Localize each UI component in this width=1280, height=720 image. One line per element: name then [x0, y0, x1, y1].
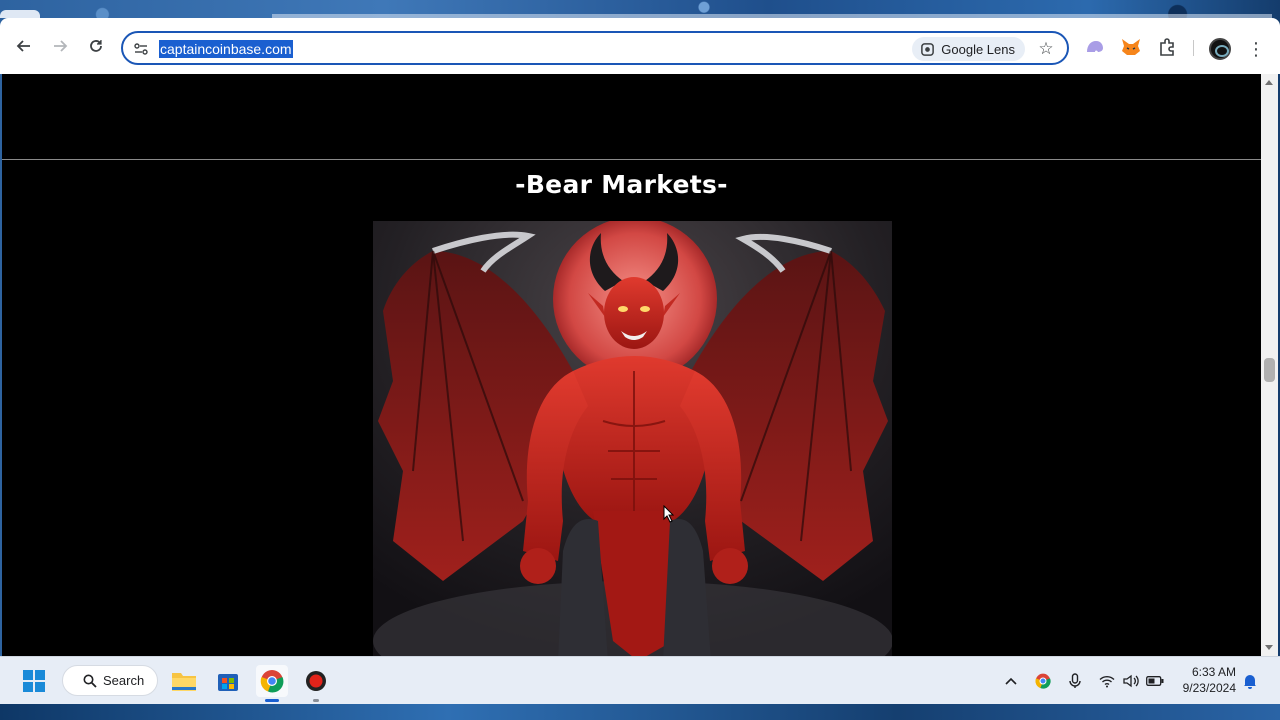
record-icon — [306, 671, 326, 691]
battery-button[interactable] — [1145, 671, 1165, 691]
section-title: -Bear Markets- — [515, 170, 728, 199]
tray-chrome-button[interactable] — [1033, 671, 1053, 691]
search-icon — [83, 674, 97, 688]
url-text[interactable]: captaincoinbase.com — [159, 40, 293, 58]
back-button[interactable] — [10, 32, 38, 60]
chevron-up-icon — [1005, 677, 1017, 685]
tray-overflow-button[interactable] — [1001, 671, 1021, 691]
wifi-icon — [1099, 675, 1115, 687]
demon-artwork-image — [373, 221, 892, 656]
extensions-button[interactable] — [1156, 36, 1178, 58]
speaker-icon — [1123, 674, 1139, 688]
page-scrollbar[interactable] — [1261, 74, 1278, 656]
battery-icon — [1146, 676, 1164, 686]
folder-icon — [172, 673, 196, 691]
chrome-tray-icon — [1035, 673, 1051, 689]
active-indicator — [265, 699, 279, 702]
reload-button[interactable] — [82, 32, 110, 60]
taskbar-search[interactable]: Search — [62, 665, 158, 696]
site-info-icon[interactable] — [131, 39, 151, 59]
google-lens-button[interactable]: Google Lens — [912, 37, 1025, 61]
back-arrow-icon — [16, 40, 30, 52]
wifi-button[interactable] — [1097, 671, 1117, 691]
windows-taskbar: Search 6:33 AM 9/23/2024 — [0, 656, 1280, 704]
scroll-up-arrow-icon[interactable] — [1265, 80, 1273, 85]
store-icon — [218, 674, 238, 691]
notifications-button[interactable] — [1240, 671, 1260, 691]
phantom-icon — [1087, 41, 1103, 52]
running-indicator — [313, 699, 319, 702]
chrome-taskbar-button[interactable] — [256, 665, 288, 702]
extension-phantom[interactable] — [1084, 36, 1106, 58]
kebab-menu-icon: ⋮ — [1247, 38, 1265, 59]
system-clock[interactable]: 6:33 AM 9/23/2024 — [1172, 664, 1236, 696]
metamask-fox-icon — [1122, 39, 1140, 55]
forward-button[interactable] — [46, 32, 74, 60]
lens-icon — [921, 42, 935, 56]
google-lens-label: Google Lens — [941, 41, 1015, 57]
desktop-wallpaper-bottom — [0, 704, 1280, 720]
puzzle-icon — [1160, 38, 1174, 56]
section-divider — [2, 159, 1261, 160]
windows-logo-icon — [23, 670, 45, 692]
extension-metamask[interactable] — [1120, 36, 1142, 58]
browser-toolbar: captaincoinbase.com Google Lens ☆ ⋮ — [0, 18, 1280, 74]
search-label: Search — [103, 673, 145, 688]
recorder-taskbar-button[interactable] — [300, 665, 332, 702]
reload-icon — [90, 40, 102, 52]
profile-avatar[interactable] — [1209, 38, 1231, 60]
mouse-cursor — [663, 505, 675, 523]
page-viewport: -Bear Markets- — [2, 74, 1261, 656]
microphone-icon — [1069, 673, 1081, 688]
start-button[interactable] — [18, 665, 50, 697]
browser-menu-button[interactable]: ⋮ — [1245, 36, 1267, 62]
clock-time: 6:33 AM — [1191, 665, 1236, 679]
file-explorer-button[interactable] — [168, 665, 200, 697]
microphone-button[interactable] — [1065, 671, 1085, 691]
microsoft-store-button[interactable] — [212, 665, 244, 697]
star-icon: ☆ — [1038, 39, 1054, 58]
chrome-icon — [260, 670, 284, 693]
bell-icon — [1244, 675, 1256, 689]
bookmark-star-button[interactable]: ☆ — [1035, 38, 1057, 60]
clock-date: 9/23/2024 — [1182, 681, 1236, 695]
scrollbar-thumb[interactable] — [1264, 358, 1275, 382]
address-bar[interactable]: captaincoinbase.com Google Lens ☆ — [121, 31, 1069, 65]
toolbar-divider — [1193, 40, 1194, 56]
scroll-down-arrow-icon[interactable] — [1265, 645, 1273, 650]
browser-tab[interactable] — [0, 10, 40, 18]
forward-arrow-icon — [54, 40, 68, 52]
volume-button[interactable] — [1121, 671, 1141, 691]
